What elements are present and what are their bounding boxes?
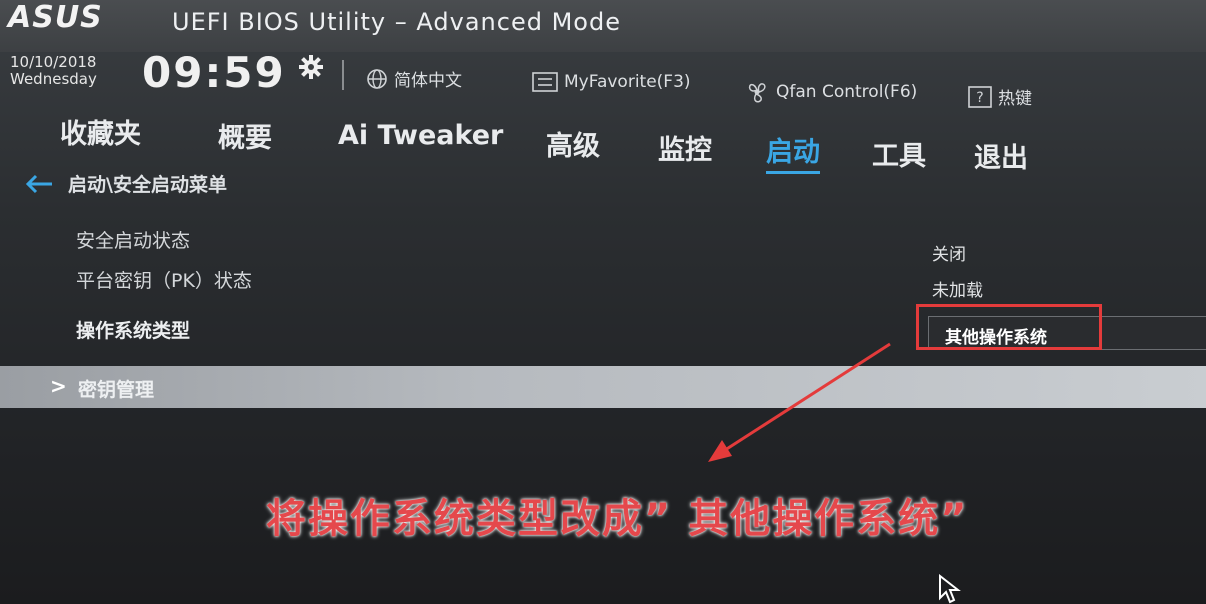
mouse-cursor-icon [939,574,961,604]
annotation-caption: 将操作系统类型改成” 其他操作系统” [266,496,969,542]
